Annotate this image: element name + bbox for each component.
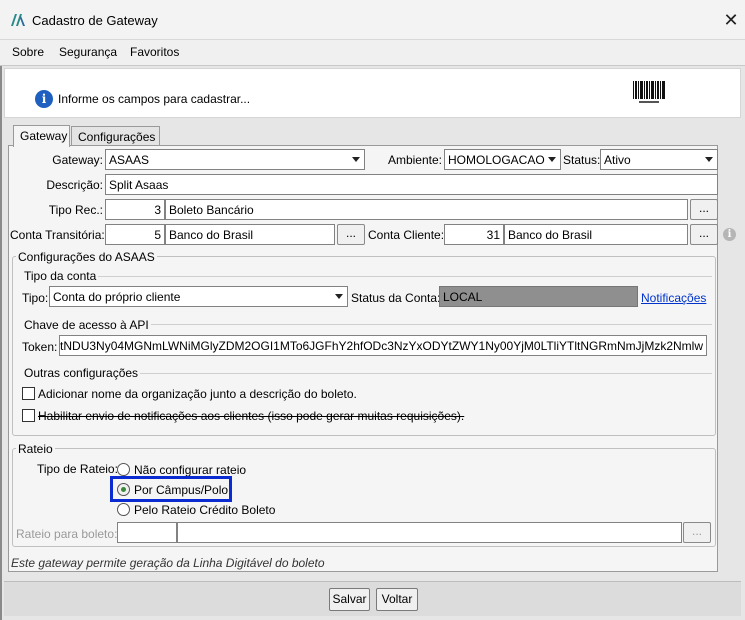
conta-cliente-code-input[interactable]: 31 — [444, 224, 504, 245]
gateway-select-value: ASAAS — [109, 153, 150, 167]
tipo-rec-code-input[interactable]: 3 — [105, 199, 165, 220]
conta-transitoria-code-input[interactable]: 5 — [105, 224, 165, 245]
gateway-select[interactable]: ASAAS — [105, 149, 365, 170]
add-org-name-checkbox[interactable] — [22, 387, 35, 400]
menu-seguranca[interactable]: Segurança — [59, 45, 117, 59]
window-title: Cadastro de Gateway — [32, 13, 158, 28]
app-logo-icon — [11, 14, 25, 26]
rateio-nao-configurar-label: Não configurar rateio — [134, 463, 247, 477]
tab-configuracoes[interactable]: Configurações — [71, 126, 160, 147]
enable-notifications-checkbox[interactable] — [22, 409, 35, 422]
rateio-credito-boleto-label: Pelo Rateio Crédito Boleto — [134, 503, 276, 517]
chevron-down-icon — [705, 157, 713, 162]
chevron-down-icon — [335, 294, 343, 299]
save-button[interactable]: Salvar — [329, 588, 370, 611]
chevron-down-icon — [548, 157, 556, 162]
tipo-conta-separator — [22, 276, 712, 277]
rateio-credito-boleto-radio[interactable] — [117, 503, 130, 516]
rateio-boleto-label: Rateio para boleto: — [16, 527, 118, 541]
chevron-down-icon — [352, 157, 360, 162]
conta-transitoria-name-field: Banco do Brasil — [165, 224, 335, 245]
tipo-rateio-label: Tipo de Rateio: — [37, 462, 118, 476]
close-icon[interactable]: ✕ — [719, 8, 743, 32]
outras-config-title: Outras configurações — [22, 366, 141, 380]
conta-transitoria-lookup-button[interactable]: ... — [337, 224, 365, 245]
conta-cliente-name-field: Banco do Brasil — [504, 224, 688, 245]
descricao-label: Descrição: — [46, 178, 103, 192]
descricao-input[interactable]: Split Asaas — [105, 174, 718, 195]
menu-favoritos[interactable]: Favoritos — [130, 45, 179, 59]
window-left-edge — [0, 40, 2, 620]
chave-api-title: Chave de acesso à API — [22, 318, 151, 332]
rateio-title: Rateio — [16, 442, 55, 456]
status-conta-field: LOCAL — [439, 286, 638, 307]
token-label: Token: — [22, 340, 58, 354]
tipo-rec-label: Tipo Rec.: — [48, 203, 103, 217]
tipo-rec-name-field: Boleto Bancário — [165, 199, 688, 220]
ambiente-select[interactable]: HOMOLOGACAO — [444, 149, 561, 170]
rateio-nao-configurar-radio[interactable] — [117, 463, 130, 476]
token-input[interactable]: ZTEtNDU3Ny04MGNmLWNiMGlyZDM2OGI1MTo6JGFh… — [59, 335, 707, 356]
rateio-boleto-code-input[interactable] — [117, 522, 177, 543]
ambiente-label: Ambiente: — [387, 153, 442, 167]
rateio-boleto-lookup-button[interactable]: ... — [683, 522, 711, 543]
info-message: Informe os campos para cadastrar... — [58, 92, 251, 106]
enable-notifications-label: Habilitar envio de notificações aos clie… — [38, 409, 465, 423]
menu-sobre[interactable]: Sobre — [12, 45, 44, 59]
status-label: Status: — [563, 153, 601, 167]
tipo-conta-title: Tipo da conta — [22, 269, 99, 283]
status-conta-label: Status da Conta: — [351, 291, 441, 305]
selection-highlight — [110, 476, 232, 502]
tipo-label: Tipo: — [22, 291, 49, 305]
help-icon[interactable]: i — [723, 228, 736, 241]
ambiente-select-value: HOMOLOGACAO — [448, 153, 545, 167]
barcode-icon — [631, 79, 667, 105]
tab-gateway[interactable]: Gateway — [13, 125, 70, 147]
rateio-boleto-name-field — [177, 522, 682, 543]
info-icon: i — [35, 90, 53, 108]
conta-cliente-label: Conta Cliente: — [368, 228, 445, 242]
bottom-button-bar — [4, 581, 741, 616]
back-button[interactable]: Voltar — [376, 588, 418, 611]
token-value: ZTEtNDU3Ny04MGNmLWNiMGlyZDM2OGI1MTo6JGFh… — [59, 339, 703, 353]
tipo-conta-select-value: Conta do próprio cliente — [53, 290, 181, 304]
status-select-value: Ativo — [604, 153, 631, 167]
tipo-conta-select[interactable]: Conta do próprio cliente — [49, 286, 348, 307]
conta-transitoria-label: Conta Transitória: — [10, 228, 105, 242]
gateway-label: Gateway: — [52, 153, 103, 167]
asaas-config-title: Configurações do ASAAS — [16, 250, 157, 264]
notificacoes-link[interactable]: Notificações — [641, 291, 706, 305]
add-org-name-label: Adicionar nome da organização junto a de… — [38, 387, 357, 401]
tipo-rec-lookup-button[interactable]: ... — [690, 199, 718, 220]
status-select[interactable]: Ativo — [600, 149, 718, 170]
gateway-footnote: Este gateway permite geração da Linha Di… — [11, 556, 325, 570]
conta-cliente-lookup-button[interactable]: ... — [690, 224, 718, 245]
